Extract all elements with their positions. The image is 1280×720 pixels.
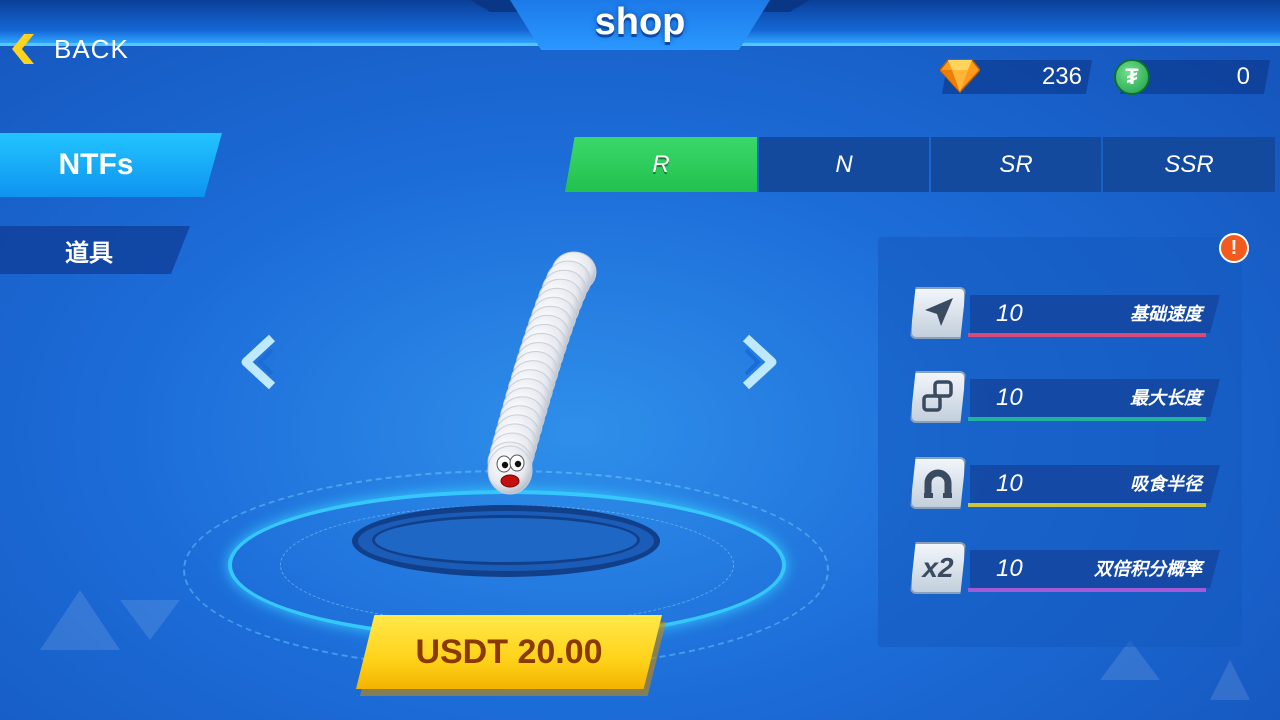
stat-row-radius: 10 吸食半径 [910, 457, 1220, 511]
stat-accent-line [968, 503, 1206, 507]
tab-label: N [835, 150, 853, 178]
gem-icon [940, 59, 980, 94]
back-button[interactable]: BACK [12, 28, 152, 70]
tab-ssr[interactable]: SSR [1103, 137, 1275, 192]
stat-value: 10 [996, 470, 1023, 497]
rarity-tabs: R N SR SSR [565, 137, 1275, 192]
page-title: shop [594, 1, 686, 43]
stat-label: 最大长度 [1130, 388, 1202, 408]
x2-icon-text: x2 [922, 552, 954, 583]
tab-label: SR [999, 150, 1033, 178]
sidebar-item-props[interactable]: 道具 [0, 226, 190, 274]
stat-accent-line [968, 417, 1206, 421]
stat-label: 基础速度 [1130, 304, 1202, 324]
tab-n[interactable]: N [759, 137, 929, 192]
chevron-left-icon [12, 34, 34, 64]
sidebar-item-label: NTFs [58, 148, 134, 181]
alert-icon[interactable]: ! [1219, 233, 1249, 263]
worm-face [487, 445, 533, 495]
gems-value: 236 [1041, 63, 1082, 90]
stat-label: 双倍积分概率 [1094, 559, 1202, 579]
stat-value: 10 [996, 300, 1023, 327]
stat-accent-line [968, 588, 1206, 592]
stat-row-double-score: x2 10 双倍积分概率 [910, 542, 1220, 596]
usdt-icon: ₮ [1114, 59, 1150, 95]
tab-r[interactable]: R [565, 137, 757, 192]
prev-arrow-icon[interactable] [238, 332, 278, 392]
back-label: BACK [54, 33, 129, 64]
sidebar-item-label: 道具 [65, 239, 113, 267]
background-decoration [120, 600, 180, 640]
worm-skin-preview [487, 251, 597, 495]
background-decoration [1210, 660, 1250, 700]
price-label: USDT 20.00 [415, 632, 603, 671]
magnet-icon [910, 457, 966, 509]
stat-row-speed: 10 基础速度 [910, 287, 1220, 341]
stat-row-length: 10 最大长度 [910, 371, 1220, 425]
arrow-cursor-icon [910, 287, 966, 339]
usdt-value: 0 [1236, 63, 1250, 90]
next-arrow-icon[interactable] [740, 332, 780, 392]
stat-value: 10 [996, 555, 1023, 582]
pedestal-top [372, 515, 640, 565]
x2-icon: x2 [910, 542, 966, 594]
stat-accent-line [968, 333, 1206, 337]
sidebar-item-ntfs[interactable]: NTFs [0, 133, 222, 197]
buy-button[interactable]: USDT 20.00 [356, 615, 662, 689]
stat-value: 10 [996, 384, 1023, 411]
tab-label: SSR [1164, 150, 1214, 178]
link-squares-icon [910, 371, 966, 423]
background-decoration [40, 590, 120, 650]
tab-sr[interactable]: SR [931, 137, 1101, 192]
stat-label: 吸食半径 [1130, 474, 1202, 494]
tab-label: R [652, 150, 670, 178]
